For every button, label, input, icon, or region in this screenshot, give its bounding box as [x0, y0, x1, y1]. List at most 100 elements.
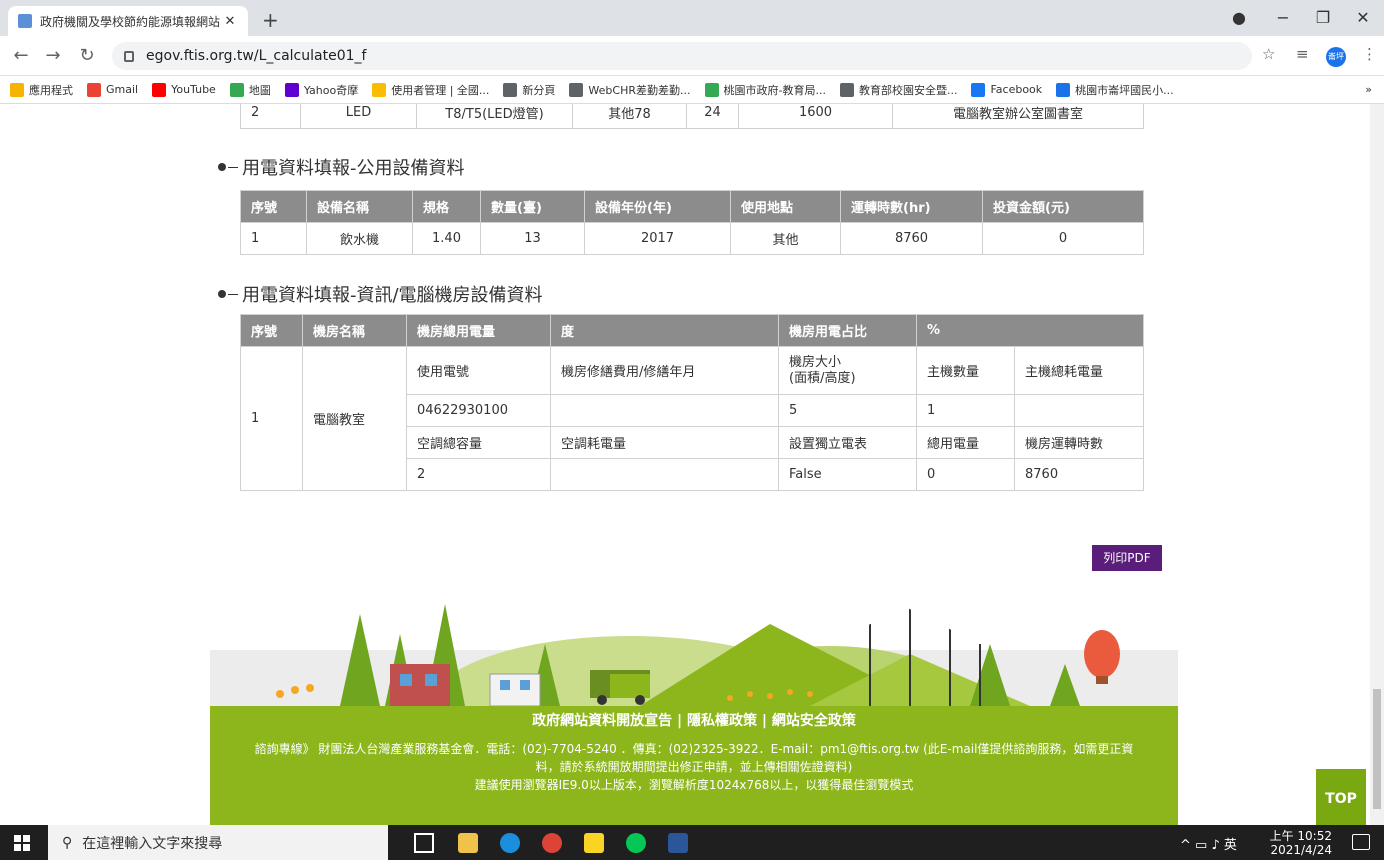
bullet-icon [218, 290, 226, 298]
bookmark-item[interactable]: Yahoo奇摩 [284, 82, 358, 98]
bookmark-favicon-icon [10, 82, 24, 97]
windows-taskbar: ⚲ 在這裡輸入文字來搜尋 ^ ▭ ♪ 英 上午 10:52 2021/4/24 [0, 825, 1384, 860]
bookmark-item[interactable]: 使用者管理 | 全國... [372, 82, 489, 98]
table-row: 2 LED T8/T5(LED燈管) 其他78 24 1600 電腦教室辦公室圖… [240, 104, 1144, 129]
new-tab-icon[interactable]: + [262, 8, 279, 32]
restore-icon[interactable]: ❐ [1308, 8, 1338, 27]
profile-dot-icon[interactable]: ● [1224, 8, 1254, 27]
back-to-top-button[interactable]: TOP [1316, 769, 1366, 825]
table-header-row: 序號 設備名稱 規格 數量(臺) 設備年份(年) 使用地點 運轉時數(hr) 投… [240, 190, 1144, 223]
bookmark-item[interactable]: 教育部校園安全暨... [839, 82, 958, 98]
reload-icon[interactable]: ↻ [76, 45, 98, 66]
column-header: % [916, 314, 1144, 347]
table-cell: 5 [778, 394, 917, 427]
bookmark-label: WebCHR差勤差勤... [588, 83, 691, 97]
bookmarks-overflow-icon[interactable]: » [1365, 83, 1372, 96]
footer-info-line: 諮詢專線》 財團法人台灣產業服務基金會．電話：(02)-7704-5240 ．傳… [254, 742, 1134, 756]
bookmark-item[interactable]: 應用程式 [10, 82, 73, 98]
table-cell: 2 [240, 104, 301, 129]
url-input[interactable]: egov.ftis.org.tw/L_calculate01_f [112, 42, 1252, 70]
clock-time: 上午 10:52 [1269, 829, 1332, 843]
bookmark-item[interactable]: Gmail [87, 82, 139, 97]
table-label-cell: 主機總耗電量 [1014, 346, 1144, 395]
clock-date: 2021/4/24 [1270, 843, 1332, 857]
bookmark-star-icon[interactable]: ☆ [1262, 45, 1275, 63]
bookmark-item[interactable]: WebCHR差勤差勤... [569, 82, 691, 98]
table-label-cell: 總用電量 [916, 426, 1015, 459]
table-label-cell: 設置獨立電表 [778, 426, 917, 459]
table-cell [550, 458, 779, 491]
bookmark-item[interactable]: 新分頁 [503, 82, 555, 98]
avatar[interactable]: 崙坪 [1326, 47, 1346, 67]
word-icon[interactable] [668, 833, 688, 853]
footer-landscape-illustration [210, 585, 1178, 706]
bookmark-item[interactable]: 桃園市崙坪國民小... [1056, 82, 1174, 98]
scrollbar-thumb[interactable] [1373, 689, 1381, 809]
table-cell: T8/T5(LED燈管) [416, 104, 573, 129]
bullet-icon [218, 163, 226, 171]
reading-list-icon[interactable]: ≡ [1296, 45, 1309, 63]
table-cell: 8760 [840, 222, 983, 255]
taskbar-search-input[interactable]: ⚲ 在這裡輸入文字來搜尋 [48, 825, 388, 860]
url-text: egov.ftis.org.tw/L_calculate01_f [146, 48, 367, 64]
column-header: 設備名稱 [306, 190, 413, 223]
page-scrollbar[interactable] [1370, 104, 1384, 825]
table-cell: 其他78 [572, 104, 687, 129]
table-cell: 0 [916, 458, 1015, 491]
menu-icon[interactable]: ⋮ [1362, 45, 1377, 63]
table-cell: 飲水機 [306, 222, 413, 255]
close-tab-icon[interactable]: ✕ [222, 14, 238, 29]
close-window-icon[interactable]: ✕ [1348, 8, 1378, 27]
line-icon[interactable] [626, 833, 646, 853]
table-cell: 1 [240, 346, 303, 491]
table-cell: 1600 [738, 104, 893, 129]
table-cell: 1 [916, 394, 1015, 427]
sticky-notes-icon[interactable] [584, 833, 604, 853]
task-view-icon[interactable] [414, 833, 434, 853]
table-cell: 8760 [1014, 458, 1144, 491]
edge-icon[interactable] [500, 833, 520, 853]
back-icon[interactable]: ← [10, 45, 32, 66]
print-pdf-button[interactable]: 列印PDF [1092, 545, 1162, 571]
table-cell: 2 [406, 458, 551, 491]
table-cell: 13 [480, 222, 585, 255]
notification-icon[interactable] [1352, 834, 1370, 850]
ime-indicator[interactable]: 英 [1224, 838, 1237, 853]
table-cell: 其他 [730, 222, 841, 255]
browser-tab[interactable]: 政府機關及學校節約能源填報網站 ✕ [8, 6, 248, 36]
chrome-icon[interactable] [542, 833, 562, 853]
bookmark-favicon-icon [372, 82, 387, 97]
table-row: 1 飲水機 1.40 13 2017 其他 8760 0 [240, 222, 1144, 255]
tray-icons[interactable]: ^ ▭ ♪ 英 [1180, 834, 1237, 853]
bookmark-item[interactable]: YouTube [152, 82, 216, 97]
windows-start-icon[interactable] [14, 835, 30, 851]
forward-icon[interactable]: → [42, 45, 64, 66]
search-icon: ⚲ [62, 834, 73, 851]
volume-icon[interactable]: ♪ [1211, 838, 1219, 853]
section-heading-computer-room: 用電資料填報-資訊/電腦機房設備資料 [218, 281, 543, 307]
file-explorer-icon[interactable] [458, 833, 478, 853]
bookmark-label: 使用者管理 | 全國... [391, 83, 490, 97]
bookmark-item[interactable]: 桃園市政府-教育局... [704, 82, 826, 98]
bookmark-favicon-icon [229, 82, 244, 97]
footer-policy-links[interactable]: 政府網站資料開放宣告 | 隱私權政策 | 網站安全政策 [210, 710, 1178, 730]
bookmark-item[interactable]: 地圖 [229, 82, 271, 98]
table-cell: 2017 [584, 222, 731, 255]
bookmark-favicon-icon [971, 82, 986, 97]
bookmark-favicon-icon [704, 82, 719, 97]
dash-decoration [228, 293, 238, 295]
column-header: 使用地點 [730, 190, 841, 223]
bookmark-label: Gmail [106, 83, 139, 96]
network-icon[interactable]: ▭ [1195, 838, 1207, 853]
computer-room-table: 序號 機房名稱 機房總用電量 度 機房用電占比 % 1 電腦教室 使用電號 機房… [240, 314, 1144, 491]
table-label-cell: 機房運轉時數 [1014, 426, 1144, 459]
table-cell: 24 [686, 104, 739, 129]
chevron-up-icon[interactable]: ^ [1180, 838, 1191, 853]
column-header: 投資金額(元) [982, 190, 1144, 223]
bookmark-label: 教育部校園安全暨... [858, 83, 958, 97]
minimize-icon[interactable]: − [1268, 8, 1298, 27]
clock[interactable]: 上午 10:52 2021/4/24 [1270, 829, 1332, 857]
bookmark-label: 應用程式 [29, 83, 73, 97]
bookmark-item[interactable]: Facebook [971, 82, 1042, 97]
column-header: 運轉時數(hr) [840, 190, 983, 223]
